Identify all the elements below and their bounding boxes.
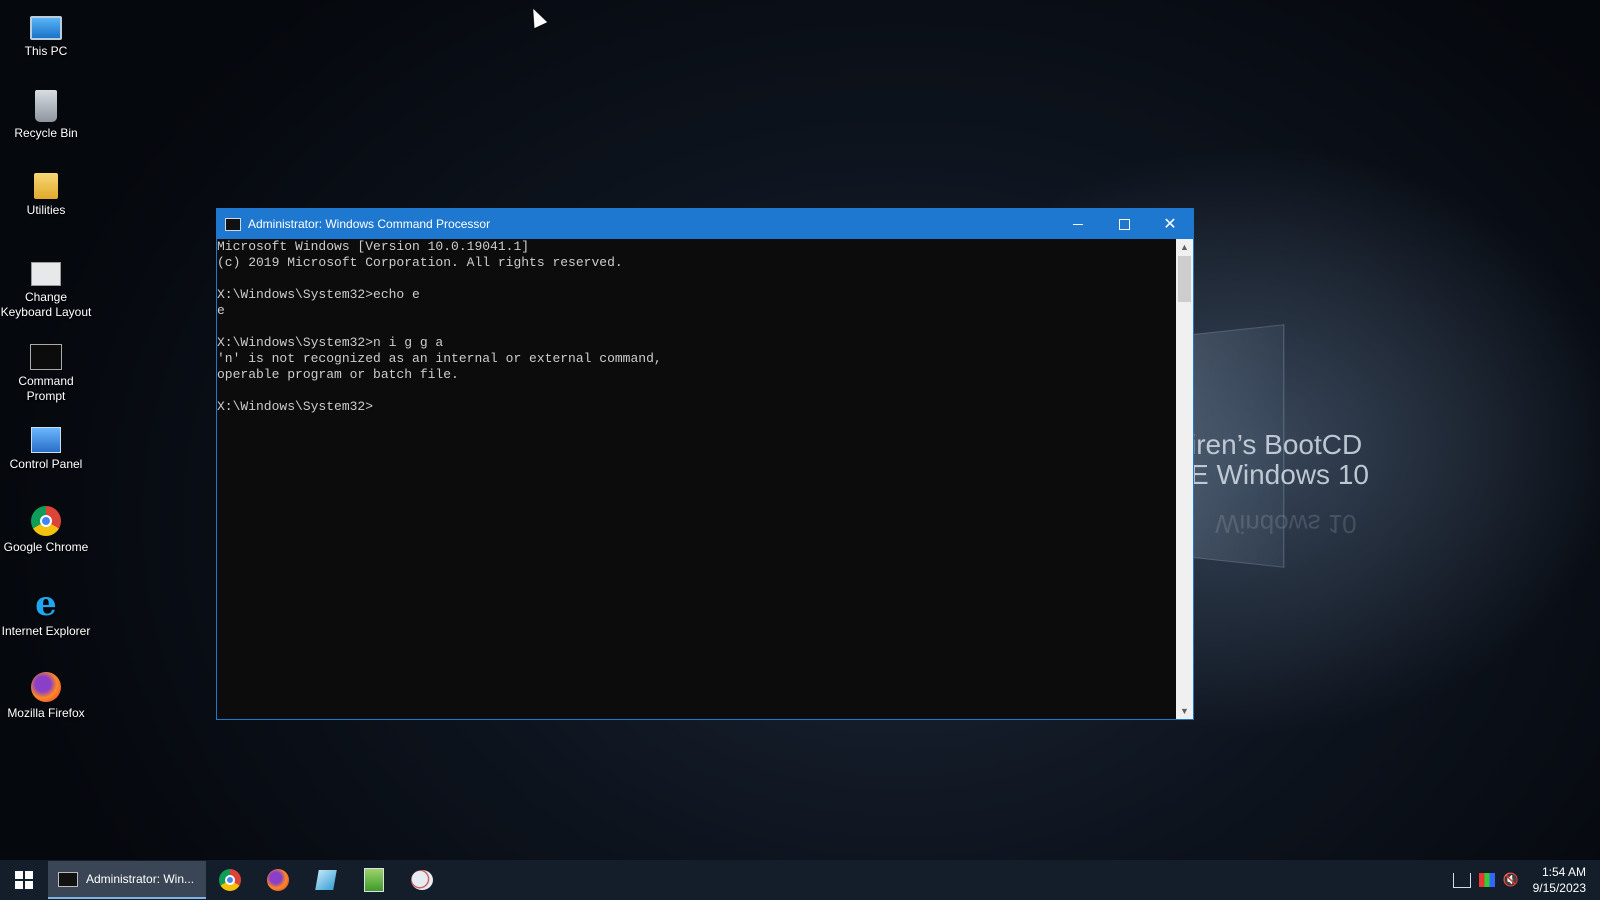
desktop-icon-label: Mozilla Firefox: [7, 706, 85, 720]
desktop-icon-label: Change Keyboard Layout: [0, 290, 92, 319]
desktop-icon-mozilla-firefox[interactable]: Mozilla Firefox: [0, 672, 92, 721]
watermark-line-1: iren’s BootCD: [1190, 429, 1363, 460]
console-line: (c) 2019 Microsoft Corporation. All righ…: [217, 255, 623, 270]
console-line: X:\Windows\System32>echo e: [217, 287, 420, 302]
chevron-down-icon: ▼: [1180, 706, 1189, 716]
window-titlebar[interactable]: Administrator: Windows Command Processor…: [217, 209, 1193, 239]
desktop-icon-label: This PC: [24, 44, 68, 58]
scroll-down-button[interactable]: ▼: [1176, 703, 1193, 719]
control-panel-icon: [31, 427, 61, 453]
taskbar-pin-notepad[interactable]: [350, 860, 398, 900]
console-output[interactable]: Microsoft Windows [Version 10.0.19041.1]…: [217, 239, 1176, 719]
system-tray: 🔇 1:54 AM 9/15/2023: [1449, 860, 1600, 900]
firefox-icon: [267, 869, 289, 891]
console-app-icon[interactable]: [225, 217, 241, 231]
chrome-icon: [31, 506, 61, 536]
scroll-up-button[interactable]: ▲: [1176, 239, 1193, 255]
notepad-icon: [364, 868, 384, 892]
watermark-reflection: Windows 10: [1215, 509, 1357, 539]
desktop-icon-label: Recycle Bin: [14, 126, 78, 140]
maximize-icon: [1118, 218, 1130, 230]
taskbar-pin-explorer[interactable]: [302, 860, 350, 900]
command-prompt-icon: [58, 871, 78, 887]
maximize-button[interactable]: [1101, 209, 1147, 239]
display-color-icon[interactable]: [1478, 873, 1495, 887]
network-icon[interactable]: [1452, 872, 1471, 888]
desktop-icon-control-panel[interactable]: Control Panel: [0, 423, 92, 472]
desktop-icon-internet-explorer[interactable]: e Internet Explorer: [0, 584, 92, 639]
computer-icon: [30, 16, 62, 40]
console-line: e: [217, 303, 225, 318]
console-prompt-line[interactable]: X:\Windows\System32>: [217, 399, 1176, 415]
scrollbar-thumb[interactable]: [1178, 256, 1191, 302]
clock-date: 9/15/2023: [1532, 881, 1586, 895]
keyboard-icon: [31, 262, 61, 286]
desktop-icon-recycle-bin[interactable]: Recycle Bin: [0, 90, 92, 141]
window-controls: ✕: [1055, 209, 1193, 239]
windows-logo-icon: [15, 871, 33, 889]
vertical-scrollbar[interactable]: ▲ ▼: [1176, 239, 1193, 719]
window-title: Administrator: Windows Command Processor: [248, 217, 491, 231]
desktop-icon-change-keyboard-layout[interactable]: Change Keyboard Layout: [0, 256, 92, 320]
clock-time: 1:54 AM: [1541, 865, 1586, 879]
desktop-icon-command-prompt[interactable]: Command Prompt: [0, 340, 92, 404]
folder-icon: [34, 173, 58, 199]
taskbar-pin-firefox[interactable]: [254, 860, 302, 900]
minimize-button[interactable]: [1055, 209, 1101, 239]
taskbar-item-label: Administrator: Win...: [86, 872, 195, 886]
start-button[interactable]: [0, 860, 48, 900]
mouse-pointer-icon: [526, 5, 548, 29]
console-line: X:\Windows\System32>n i g g a: [217, 335, 444, 350]
chrome-icon: [219, 869, 241, 891]
desktop-icon-utilities[interactable]: Utilities: [0, 173, 92, 218]
internet-explorer-icon: e: [35, 584, 57, 624]
console-line: operable program or batch file.: [217, 367, 459, 382]
close-button[interactable]: ✕: [1147, 209, 1193, 239]
console-line: 'n' is not recognized as an internal or …: [217, 351, 662, 366]
desktop-icon-label: Command Prompt: [18, 374, 74, 403]
desktop-icon-label: Google Chrome: [3, 540, 89, 554]
chevron-up-icon: ▲: [1180, 242, 1189, 252]
taskbar-pin-paint[interactable]: [398, 860, 446, 900]
watermark-line-2: E Windows 10: [1190, 459, 1369, 490]
volume-muted-icon[interactable]: 🔇: [1503, 873, 1519, 887]
close-icon: ✕: [1163, 214, 1177, 233]
desktop-icon-label: Control Panel: [9, 457, 83, 471]
explorer-icon: [315, 870, 337, 890]
desktop-icon-label: Internet Explorer: [1, 624, 91, 638]
console-line: Microsoft Windows [Version 10.0.19041.1]: [217, 239, 530, 254]
recycle-bin-icon: [35, 90, 57, 122]
paint-icon: [411, 870, 433, 890]
taskbar: Administrator: Win... 🔇 1:54 AM 9/15/202…: [0, 860, 1600, 900]
desktop-icon-label: Utilities: [26, 203, 66, 217]
taskbar-item-command-prompt[interactable]: Administrator: Win...: [48, 861, 206, 899]
taskbar-pin-chrome[interactable]: [206, 860, 254, 900]
firefox-icon: [31, 672, 61, 702]
desktop-icon-this-pc[interactable]: This PC: [0, 8, 92, 59]
taskbar-clock[interactable]: 1:54 AM 9/15/2023: [1523, 864, 1600, 896]
wallpaper-watermark: iren’s BootCD E Windows 10: [1190, 430, 1369, 490]
command-prompt-window[interactable]: Administrator: Windows Command Processor…: [216, 208, 1194, 720]
minimize-icon: [1073, 223, 1083, 225]
command-prompt-icon: [30, 344, 62, 370]
desktop-icon-google-chrome[interactable]: Google Chrome: [0, 506, 92, 555]
